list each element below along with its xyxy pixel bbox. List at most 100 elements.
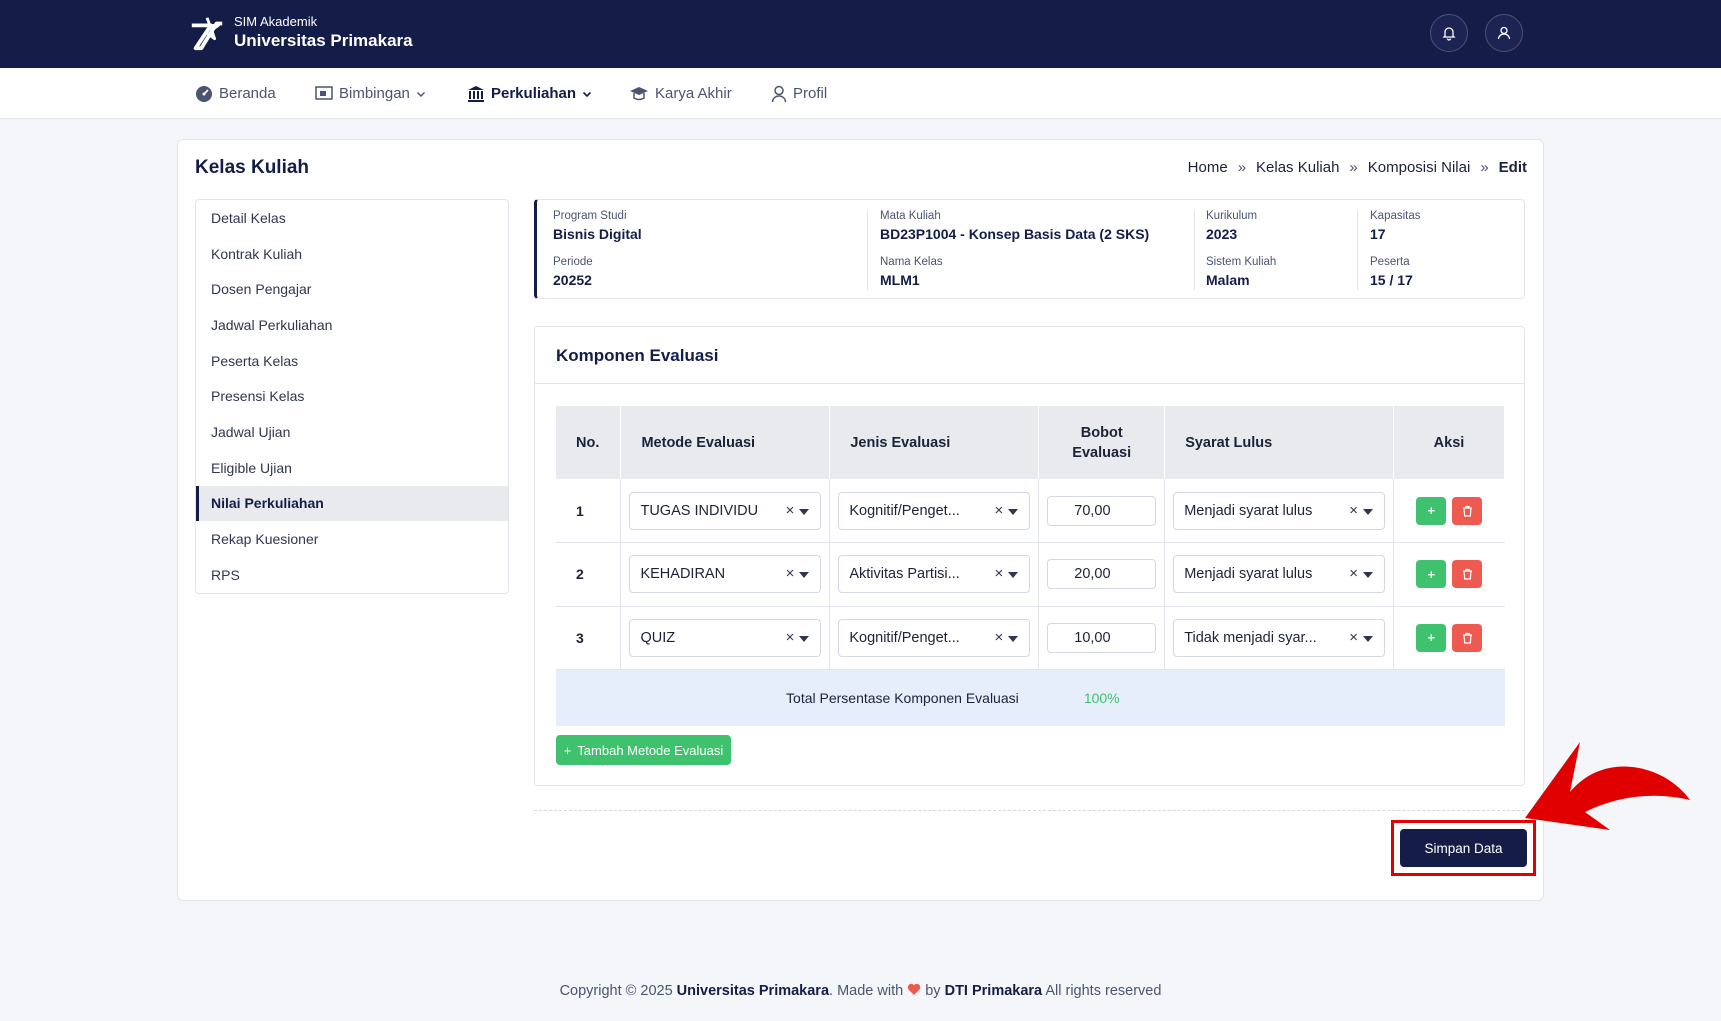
delete-row-button[interactable] [1452, 560, 1483, 589]
caret-down-icon[interactable] [1008, 508, 1019, 515]
clear-icon[interactable]: × [786, 629, 795, 646]
caret-down-icon[interactable] [799, 572, 810, 579]
metode-select[interactable]: TUGAS INDIVIDU × [629, 491, 822, 530]
syarat-select[interactable]: Menjadi syarat lulus × [1173, 555, 1385, 594]
callout-arrow-icon [1525, 742, 1690, 830]
jenis-value: Kognitif/Penget... [849, 629, 960, 646]
metode-select[interactable]: KEHADIRAN × [629, 555, 822, 594]
add-row-button[interactable]: + [1416, 560, 1447, 589]
account-button[interactable] [1485, 14, 1523, 52]
app-subtitle: SIM Akademik [234, 14, 318, 29]
jenis-cell: Kognitif/Penget... × [829, 606, 1040, 670]
sidebar-item-rps[interactable]: RPS [196, 557, 508, 593]
caret-down-icon[interactable] [1363, 572, 1373, 579]
clear-icon[interactable]: × [994, 629, 1003, 646]
sidebar-item-kontrak-kuliah[interactable]: Kontrak Kuliah [196, 236, 508, 272]
clear-icon[interactable]: × [786, 565, 795, 582]
bobot-input[interactable]: 20,00 [1047, 559, 1157, 590]
clear-icon[interactable]: × [994, 502, 1003, 519]
row-number: 2 [556, 542, 622, 607]
nav-bimbingan[interactable]: Bimbingan [315, 68, 426, 119]
info-label: Kapasitas [1370, 210, 1421, 222]
info-value: 20252 [553, 272, 592, 288]
main-nav: Beranda Bimbingan Perkuliahan Karya Akhi… [0, 68, 1721, 119]
divider [1357, 210, 1358, 290]
breadcrumb-separator: » [1237, 159, 1247, 176]
column-header-jenis: Jenis Evaluasi [829, 406, 1040, 479]
syarat-select[interactable]: Menjadi syarat lulus × [1173, 491, 1385, 530]
sidebar-item-peserta-kelas[interactable]: Peserta Kelas [196, 343, 508, 379]
breadcrumb-home[interactable]: Home [1188, 159, 1228, 176]
info-value: Bisnis Digital [553, 226, 642, 242]
bobot-cell: 10,00 [1038, 606, 1166, 670]
breadcrumb-kelas-kuliah[interactable]: Kelas Kuliah [1256, 159, 1339, 176]
university-logo-icon[interactable] [188, 14, 226, 52]
save-button[interactable]: Simpan Data [1400, 829, 1527, 867]
institution-icon [468, 86, 484, 102]
info-peserta: Peserta 15 / 17 [1370, 256, 1413, 288]
class-info-panel: Program Studi Bisnis Digital Periode 202… [534, 199, 1525, 299]
info-label: Peserta [1370, 256, 1410, 268]
syarat-value: Menjadi syarat lulus [1184, 566, 1313, 583]
sidebar-item-presensi-kelas[interactable]: Presensi Kelas [196, 378, 508, 414]
kelas-kuliah-card: Kelas Kuliah Home » Kelas Kuliah » Kompo… [177, 139, 1544, 901]
sidebar-item-rekap-kuesioner[interactable]: Rekap Kuesioner [196, 521, 508, 557]
info-label: Periode [553, 256, 593, 268]
total-filler [1164, 669, 1505, 726]
sidebar-item-nilai-perkuliahan[interactable]: Nilai Perkuliahan [196, 485, 508, 522]
sidebar-item-detail-kelas[interactable]: Detail Kelas [196, 200, 508, 236]
delete-row-button[interactable] [1452, 496, 1483, 525]
heart-icon [907, 983, 921, 995]
plus-icon: + [563, 742, 572, 758]
column-header-metode: Metode Evaluasi [620, 406, 831, 479]
row-number: 3 [556, 606, 622, 670]
aksi-cell: + [1393, 542, 1505, 607]
sidebar-item-jadwal-ujian[interactable]: Jadwal Ujian [196, 414, 508, 450]
clear-icon[interactable]: × [994, 565, 1003, 582]
caret-down-icon[interactable] [1363, 508, 1373, 515]
nav-beranda[interactable]: Beranda [195, 68, 276, 119]
clear-icon[interactable]: × [1349, 502, 1358, 519]
sidebar-item-eligible-ujian[interactable]: Eligible Ujian [196, 450, 508, 486]
caret-down-icon[interactable] [799, 508, 810, 515]
metode-select[interactable]: QUIZ × [629, 618, 822, 657]
clear-icon[interactable]: × [786, 502, 795, 519]
breadcrumb-separator: » [1480, 159, 1489, 176]
sidebar-item-jadwal-perkuliahan[interactable]: Jadwal Perkuliahan [196, 307, 508, 343]
graduation-cap-icon [630, 86, 648, 100]
caret-down-icon[interactable] [1008, 572, 1019, 579]
clear-icon[interactable]: × [1349, 629, 1358, 646]
trash-icon [1462, 569, 1472, 580]
caret-down-icon[interactable] [799, 635, 810, 642]
total-row: Total Persentase Komponen Evaluasi 100% [556, 669, 1505, 726]
info-program-studi: Program Studi Bisnis Digital [553, 210, 642, 242]
column-header-syarat: Syarat Lulus [1164, 406, 1394, 479]
sidebar-item-dosen-pengajar[interactable]: Dosen Pengajar [196, 271, 508, 307]
notification-button[interactable] [1430, 14, 1468, 52]
add-evaluation-method-button[interactable]: + Tambah Metode Evaluasi [556, 735, 731, 765]
footer-by: by [925, 983, 941, 999]
jenis-select[interactable]: Kognitif/Penget... × [838, 491, 1031, 530]
jenis-select[interactable]: Aktivitas Partisi... × [838, 555, 1031, 594]
metode-cell: QUIZ × [620, 606, 831, 670]
user-icon [771, 85, 787, 102]
syarat-select[interactable]: Tidak menjadi syar... × [1173, 618, 1385, 657]
add-row-button[interactable]: + [1416, 496, 1447, 525]
breadcrumb-komposisi-nilai[interactable]: Komposisi Nilai [1368, 159, 1471, 176]
caret-down-icon[interactable] [1008, 635, 1019, 642]
delete-row-button[interactable] [1452, 623, 1483, 652]
info-periode: Periode 20252 [553, 256, 593, 288]
metode-value: KEHADIRAN [640, 566, 726, 583]
nav-perkuliahan[interactable]: Perkuliahan [467, 68, 592, 119]
bobot-input[interactable]: 70,00 [1047, 495, 1157, 526]
caret-down-icon[interactable] [1363, 635, 1373, 642]
nav-karya-akhir[interactable]: Karya Akhir [629, 68, 732, 119]
jenis-select[interactable]: Kognitif/Penget... × [838, 618, 1031, 657]
add-row-button[interactable]: + [1416, 623, 1447, 652]
bobot-input[interactable]: 10,00 [1047, 622, 1157, 653]
divider [535, 383, 1524, 384]
table-row: 3 QUIZ × Kognitif/Penget... × 10,00 Tida… [556, 606, 1505, 670]
clear-icon[interactable]: × [1349, 565, 1358, 582]
nav-profil[interactable]: Profil [771, 68, 827, 119]
table-row: 2 KEHADIRAN × Aktivitas Partisi... × 20,… [556, 542, 1505, 607]
